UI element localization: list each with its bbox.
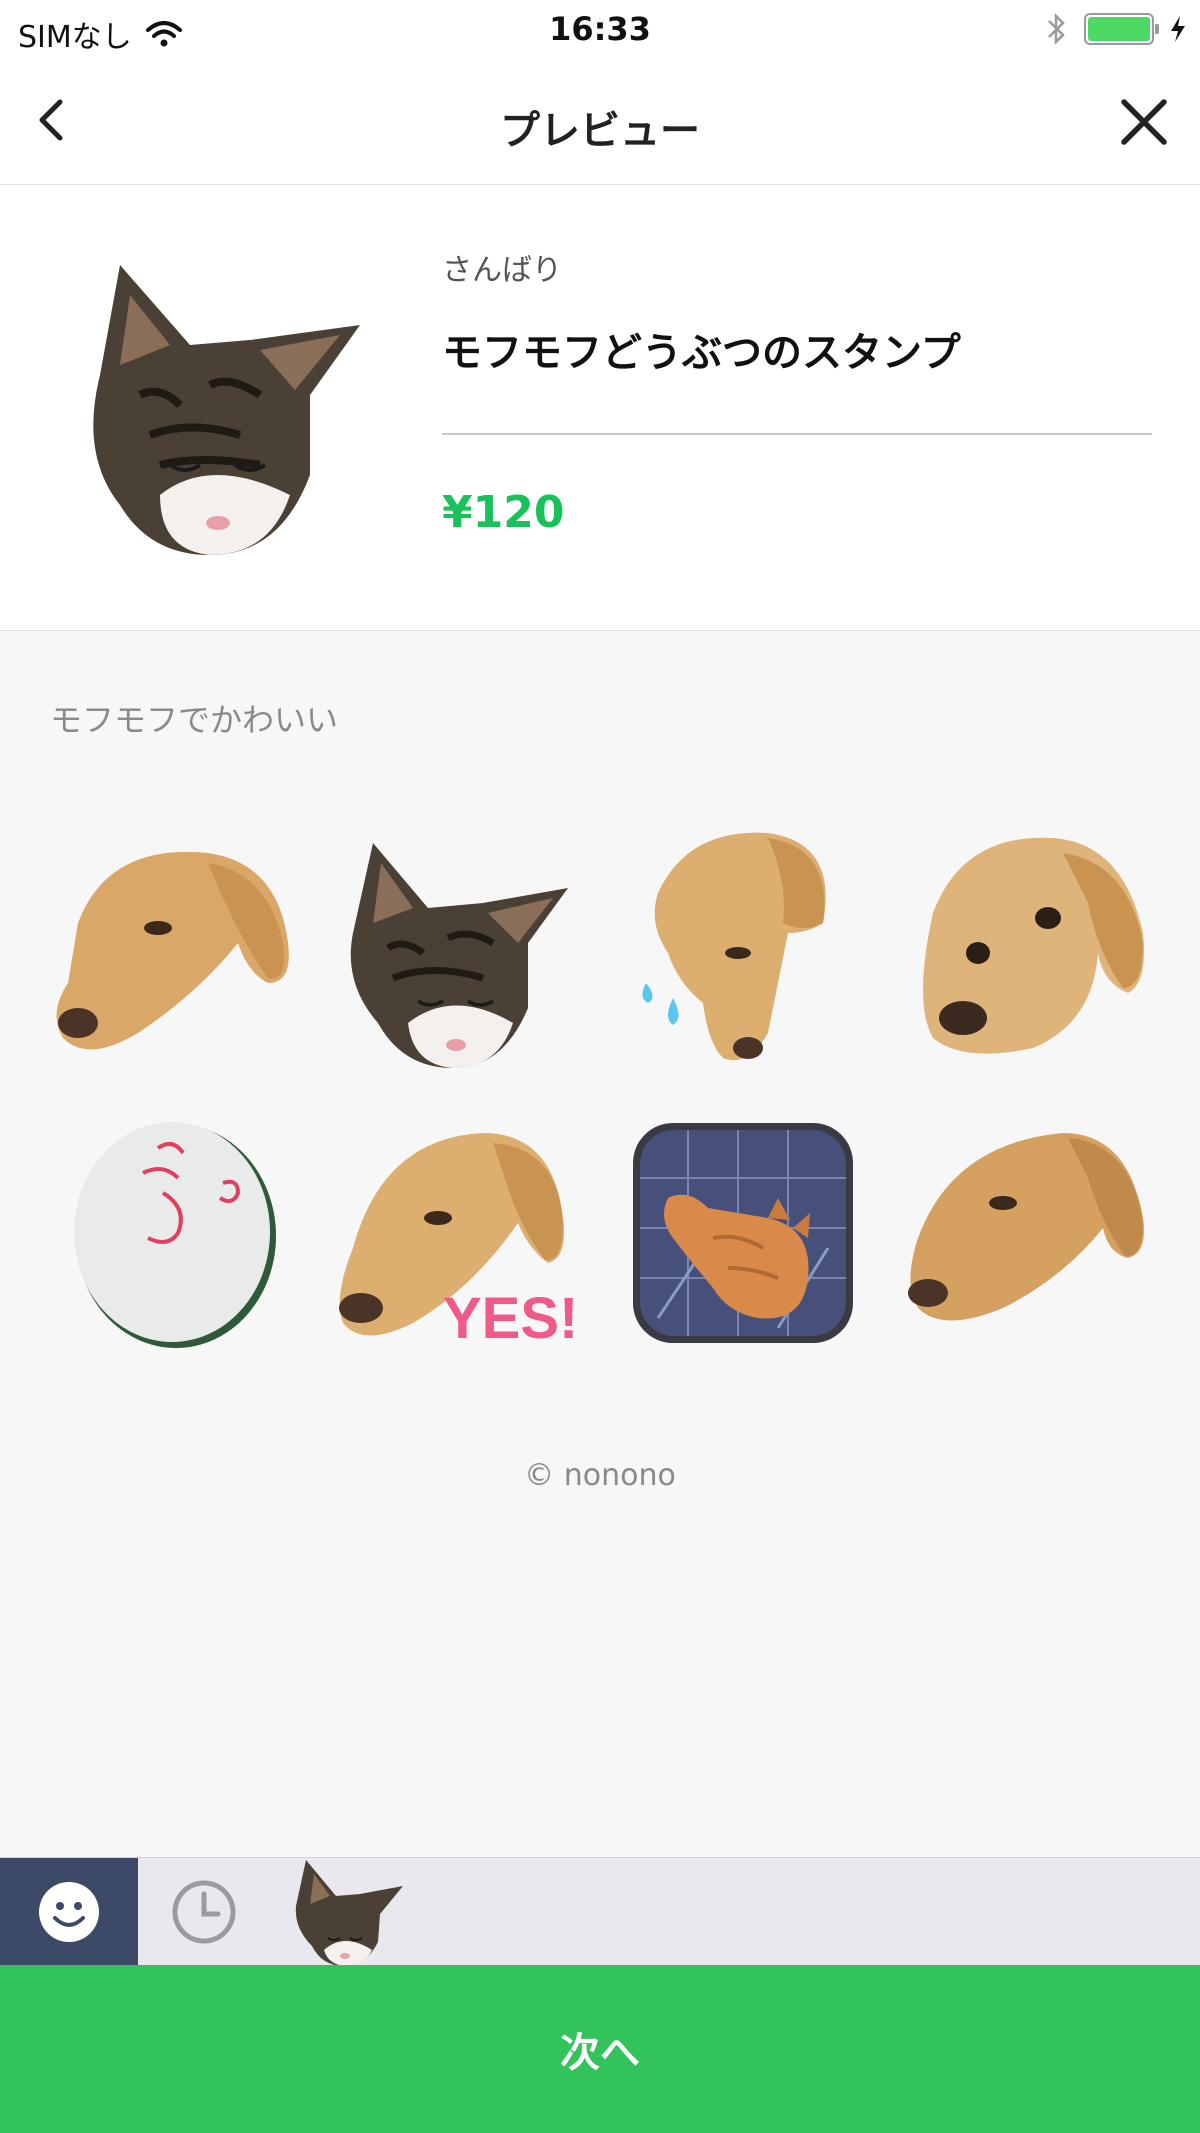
page-title: プレビュー <box>500 108 700 154</box>
sticker-dog-head-tilted[interactable] <box>40 815 305 1080</box>
sticker-dog-yes[interactable]: YES!! <box>325 1100 590 1365</box>
close-icon[interactable] <box>1112 90 1176 154</box>
battery-icon <box>1084 13 1159 45</box>
copyright-text: © nonono <box>524 1458 676 1493</box>
product-main-image <box>93 265 361 555</box>
creator-name[interactable]: さんばり <box>442 245 562 289</box>
navigation-bar: プレビュー <box>0 60 1200 185</box>
dog-image <box>641 832 826 1060</box>
sticker-dog-face-front[interactable] <box>895 815 1160 1080</box>
next-button[interactable]: 次へ <box>0 1965 1200 2133</box>
bluetooth-icon <box>1048 12 1065 46</box>
dog-image: YES!! <box>338 1132 583 1351</box>
smiley-icon <box>39 1882 99 1942</box>
cat-photo-image <box>632 1122 853 1343</box>
product-title: モフモフどうぶつのスタンプ <box>442 330 961 376</box>
ball-image <box>73 1121 276 1348</box>
cat-image <box>350 842 568 1068</box>
sticker-orange-cat-photo[interactable] <box>610 1100 875 1365</box>
status-bar: SIMなし 16:33 <box>0 0 1200 60</box>
sticker-caption: YES!! <box>443 1286 583 1351</box>
charging-icon <box>1171 16 1185 42</box>
dog-image <box>907 1132 1144 1320</box>
product-price: ¥120 <box>442 487 565 538</box>
cat-sticker-icon[interactable] <box>288 1858 406 1966</box>
sticker-grid: YES!! <box>40 815 1160 1365</box>
status-icons <box>1046 12 1186 46</box>
sticker-dog-head-side[interactable] <box>895 1100 1160 1365</box>
clock: 16:33 <box>549 10 651 48</box>
sticker-tabby-cat-sleepy[interactable] <box>325 815 590 1080</box>
divider <box>442 433 1152 435</box>
tab-emoji[interactable] <box>0 1858 138 1966</box>
sticker-white-ball-face[interactable] <box>40 1100 305 1365</box>
sticker-dog-head-sweat[interactable] <box>610 815 875 1080</box>
dog-image <box>922 837 1144 1054</box>
sticker-tab-bar <box>0 1857 1200 1966</box>
product-header: さんばり モフモフどうぶつのスタンプ ¥120 <box>0 185 1200 631</box>
product-description: モフモフでかわいい <box>50 701 339 739</box>
clock-icon[interactable] <box>170 1878 238 1946</box>
dog-image <box>56 851 289 1049</box>
